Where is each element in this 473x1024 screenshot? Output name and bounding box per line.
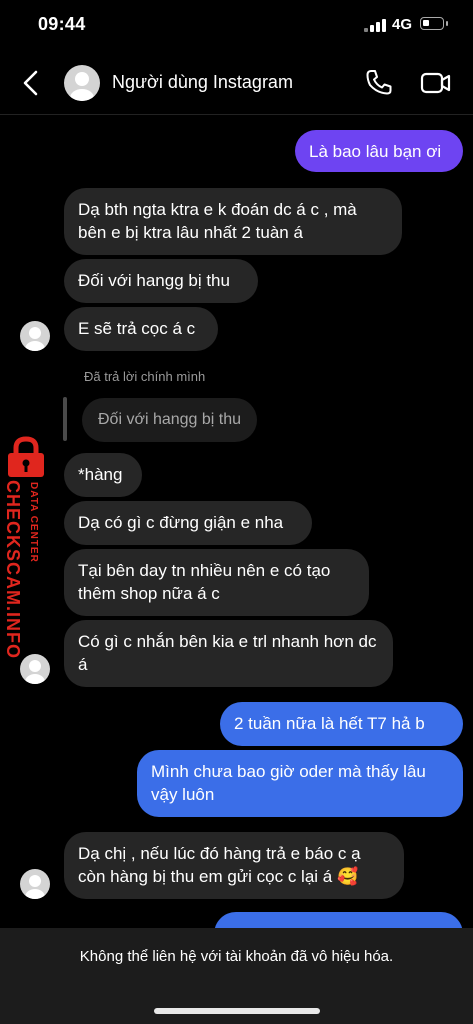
status-bar: 09:44 4G — [0, 0, 473, 52]
default-avatar-icon — [25, 875, 45, 899]
lock-icon — [8, 436, 44, 477]
watermark: CHECKSCAM.INFO DATA CENTER — [0, 436, 52, 676]
chat-header: Người dùng Instagram — [0, 52, 473, 115]
chevron-left-icon — [23, 70, 38, 96]
message-outgoing[interactable]: 2 tuần nữa là hết T7 hả b — [220, 702, 463, 746]
disabled-account-footer: Không thể liên hệ với tài khoản đã vô hi… — [0, 928, 473, 1024]
voice-call-button[interactable] — [364, 67, 394, 97]
default-avatar-icon — [70, 72, 94, 101]
message-incoming[interactable]: *hàng — [64, 453, 142, 497]
default-avatar-icon — [25, 327, 45, 351]
message-incoming[interactable]: Dạ có gì c đừng giận e nha — [64, 501, 312, 545]
message-incoming[interactable]: Tại bên day tn nhiều nên e có tạo thêm s… — [64, 549, 369, 616]
reply-caption: Đã trả lời chính mình — [84, 369, 206, 384]
message-outgoing[interactable]: Mình chưa bao giờ oder mà thấy lâu vậy l… — [137, 750, 463, 817]
message-outgoing[interactable]: Là bao lâu bạn ơi — [295, 130, 463, 172]
video-camera-icon — [420, 72, 451, 94]
message-incoming[interactable]: Đối với hangg bị thu — [64, 259, 258, 303]
watermark-text: CHECKSCAM.INFO — [3, 480, 23, 659]
message-incoming[interactable]: Có gì c nhắn bên kia e trl nhanh hơn dc … — [64, 620, 393, 687]
phone-icon — [366, 70, 392, 95]
home-indicator[interactable] — [154, 1008, 320, 1014]
message-incoming[interactable]: Dạ chị , nếu lúc đó hàng trả e báo c ạ c… — [64, 832, 404, 899]
network-type: 4G — [392, 16, 413, 33]
signal-icon — [364, 19, 386, 32]
contact-avatar[interactable] — [64, 65, 100, 101]
message-incoming[interactable]: E sẽ trả cọc á c — [64, 307, 218, 351]
status-time: 09:44 — [38, 14, 86, 34]
video-call-button[interactable] — [420, 68, 452, 98]
reply-indicator-line — [63, 397, 67, 441]
quoted-message[interactable]: Đối với hangg bị thu — [82, 398, 258, 442]
contact-avatar-small[interactable] — [20, 321, 50, 351]
contact-avatar-small[interactable] — [20, 869, 50, 899]
watermark-subtext: DATA CENTER — [28, 482, 39, 563]
message-incoming[interactable]: Dạ bth ngta ktra e k đoán dc á c , mà bê… — [64, 188, 402, 255]
disabled-account-notice: Không thể liên hệ với tài khoản đã vô hi… — [79, 948, 394, 965]
back-button[interactable] — [16, 66, 48, 100]
contact-name[interactable]: Người dùng Instagram — [112, 72, 293, 93]
battery-icon — [420, 17, 444, 30]
